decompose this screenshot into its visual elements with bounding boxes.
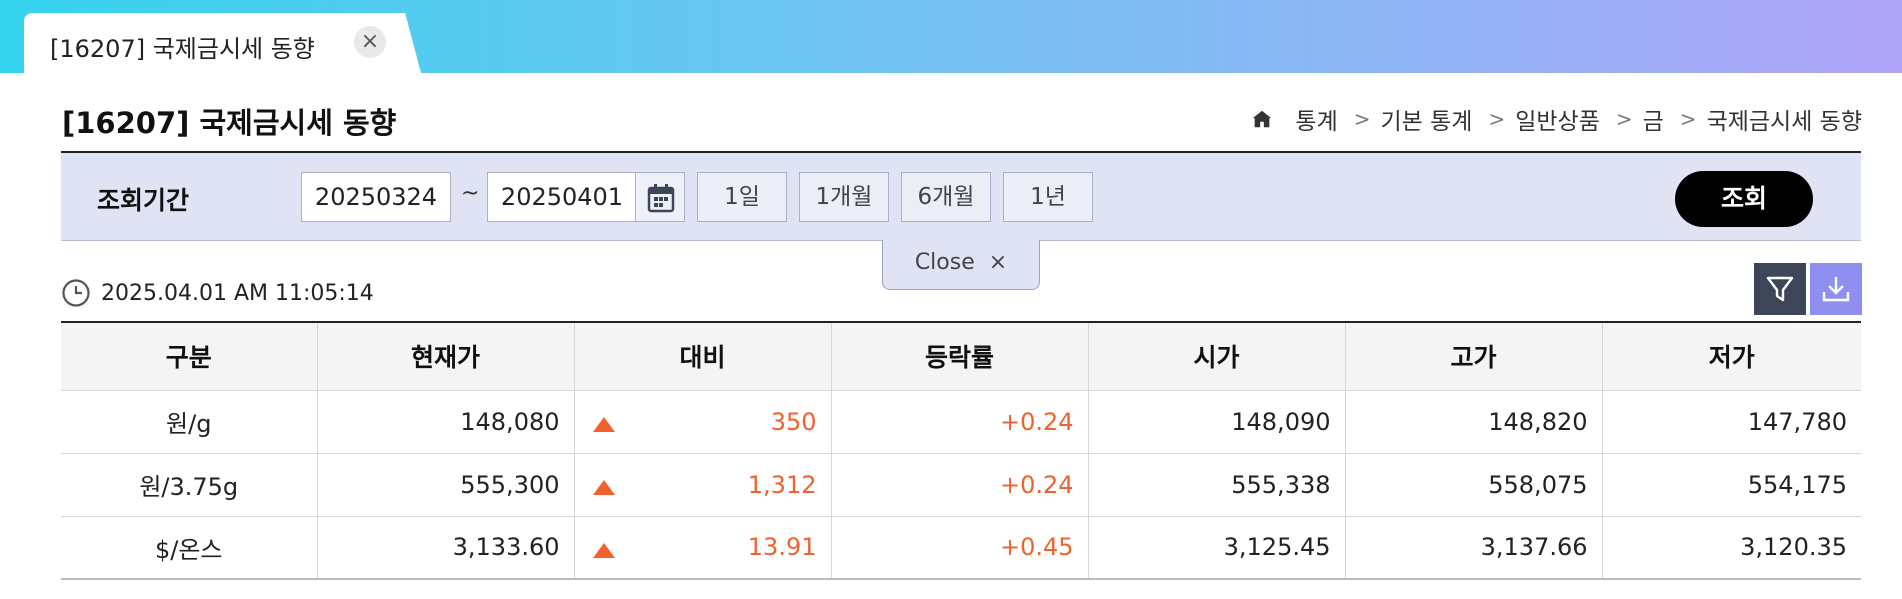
home-icon[interactable] [1251,108,1273,130]
start-date-input[interactable] [301,172,451,222]
page-title: [16207] 국제금시세 동향 [62,106,397,140]
cell-unit: 원/3.75g [61,453,318,517]
cell-current: 3,133.60 [317,516,575,580]
download-icon [1822,277,1850,302]
cell-low: 554,175 [1602,453,1861,517]
close-panel-label: Close [914,250,975,275]
period-1d-button[interactable]: 1일 [697,172,787,222]
header-current: 현재가 [317,322,575,391]
cell-change: 1,312 [574,453,832,517]
close-panel-button[interactable]: Close × [882,240,1040,290]
triangle-up-icon [592,542,615,558]
query-button[interactable]: 조회 [1675,171,1813,227]
header-rate: 등락률 [831,322,1089,391]
period-1y-button[interactable]: 1년 [1003,172,1093,222]
cell-high: 3,137.66 [1345,516,1603,580]
timestamp-text: 2025.04.01 AM 11:05:14 [101,280,374,306]
download-button[interactable] [1810,263,1862,315]
cell-open: 3,125.45 [1088,516,1346,580]
cell-high: 558,075 [1345,453,1603,517]
cell-open: 555,338 [1088,453,1346,517]
cell-unit: 원/g [61,390,318,454]
breadcrumb-item[interactable]: 금 [1643,102,1664,136]
table-header-row: 구분 현재가 대비 등락률 시가 고가 저가 [61,322,1861,391]
tab-bar: [16207] 국제금시세 동향 × [0,0,1902,73]
breadcrumb-separator: > [1488,107,1506,131]
cell-high: 148,820 [1345,390,1603,454]
calendar-icon [647,184,675,213]
filter-icon [1766,276,1794,302]
calendar-button[interactable] [635,172,685,222]
filter-button[interactable] [1754,263,1806,315]
cell-unit: $/온스 [61,516,318,580]
cell-low: 3,120.35 [1602,516,1861,580]
cell-change-value: 13.91 [747,533,817,562]
breadcrumb: 통계 > 기본 통계 > 일반상품 > 금 > 국제금시세 동향 [1251,102,1862,136]
period-6m-button[interactable]: 6개월 [901,172,991,222]
header-change: 대비 [574,322,832,391]
triangle-up-icon [592,479,615,495]
cell-change-value: 350 [770,407,817,436]
breadcrumb-item[interactable]: 기본 통계 [1381,102,1473,136]
close-icon: × [988,250,1008,275]
tab-close-button[interactable]: × [354,26,386,58]
cell-rate: +0.24 [831,390,1089,454]
period-1m-button[interactable]: 1개월 [799,172,889,222]
cell-open: 148,090 [1088,390,1346,454]
breadcrumb-item[interactable]: 통계 [1295,102,1337,136]
cell-change: 350 [574,390,832,454]
breadcrumb-item-current: 국제금시세 동향 [1706,109,1862,135]
header-low: 저가 [1602,322,1861,391]
gold-price-table: 구분 현재가 대비 등락률 시가 고가 저가 원/g 148,080 350 +… [61,321,1861,580]
breadcrumb-separator: > [1353,107,1371,131]
table-row: 원/g 148,080 350 +0.24 148,090 148,820 14… [61,390,1861,454]
clock-icon [62,279,90,307]
cell-change-value: 1,312 [747,470,817,499]
breadcrumb-separator: > [1679,107,1697,131]
cell-rate: +0.24 [831,453,1089,517]
tab-title: [16207] 국제금시세 동향 [50,35,315,63]
tab-active[interactable]: [16207] 국제금시세 동향 × [24,13,421,73]
end-date-input[interactable] [487,172,637,222]
triangle-up-icon [592,416,615,432]
header-open: 시가 [1088,322,1346,391]
cell-current: 555,300 [317,453,575,517]
cell-change: 13.91 [574,516,832,580]
timestamp: 2025.04.01 AM 11:05:14 [61,278,374,308]
header-unit: 구분 [61,322,318,391]
search-panel: 조회기간 ~ 1일 1개월 6개월 1년 조회 [61,151,1861,241]
table-row: 원/3.75g 555,300 1,312 +0.24 555,338 558,… [61,453,1861,517]
cell-low: 147,780 [1602,390,1861,454]
cell-rate: +0.45 [831,516,1089,580]
date-range-tilde: ~ [461,181,480,206]
header-high: 고가 [1345,322,1603,391]
table-row: $/온스 3,133.60 13.91 +0.45 3,125.45 3,137… [61,516,1861,580]
breadcrumb-item[interactable]: 일반상품 [1515,102,1600,136]
breadcrumb-separator: > [1615,107,1633,131]
cell-current: 148,080 [317,390,575,454]
period-label: 조회기간 [97,186,190,215]
